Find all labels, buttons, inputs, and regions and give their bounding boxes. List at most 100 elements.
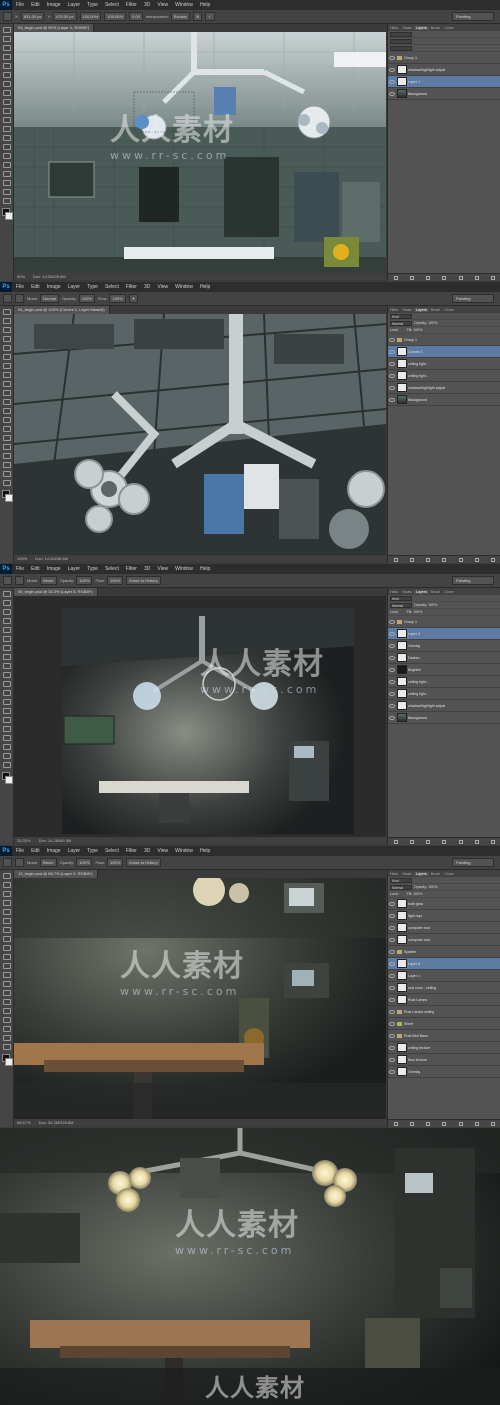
menu-window[interactable]: Window xyxy=(175,566,193,572)
pen-tool-icon[interactable] xyxy=(2,435,11,441)
tab-layers[interactable]: Layers xyxy=(414,589,429,594)
fx-icon[interactable] xyxy=(410,1121,415,1126)
menu-window[interactable]: Window xyxy=(175,848,193,854)
tab-brush[interactable]: Brush xyxy=(429,26,442,30)
zoom-tool-icon[interactable] xyxy=(2,198,11,204)
menu-image[interactable]: Image xyxy=(47,284,61,290)
menu-edit[interactable]: Edit xyxy=(31,566,40,572)
new-group-icon[interactable] xyxy=(458,275,463,280)
menu-help[interactable]: Help xyxy=(200,848,210,854)
x-field[interactable]: 631.00 px xyxy=(20,12,45,21)
airbrush-icon[interactable]: ✦ xyxy=(128,294,139,303)
flow-field[interactable]: 100% xyxy=(107,858,124,867)
adjustment-icon[interactable] xyxy=(442,1121,447,1126)
eye-icon[interactable] xyxy=(389,397,395,402)
pen-tool-icon[interactable] xyxy=(2,153,11,159)
new-layer-icon[interactable] xyxy=(474,557,479,562)
commit-transform-icon[interactable]: ✓ xyxy=(205,12,215,21)
menu-file[interactable]: File xyxy=(16,284,24,290)
flow-field[interactable]: 100% xyxy=(107,576,124,585)
brush-size-button[interactable] xyxy=(15,576,24,585)
interpolation-select[interactable]: Bicubic xyxy=(171,12,190,21)
history-brush-tool-icon[interactable] xyxy=(2,108,11,114)
adjustment-icon[interactable] xyxy=(442,839,447,844)
clone-stamp-tool-icon[interactable] xyxy=(2,945,11,951)
menu-view[interactable]: View xyxy=(157,848,168,854)
layer-row[interactable]: Layer 1 xyxy=(388,970,500,982)
dodge-tool-icon[interactable] xyxy=(2,426,11,432)
canvas[interactable] xyxy=(14,878,386,1119)
workspace-select[interactable]: Painting xyxy=(452,858,494,867)
menu-view[interactable]: View xyxy=(157,284,168,290)
brush-size-button[interactable] xyxy=(15,294,24,303)
eye-icon[interactable] xyxy=(389,1045,395,1050)
new-group-icon[interactable] xyxy=(458,839,463,844)
menu-filter[interactable]: Filter xyxy=(126,566,137,572)
eraser-tool-icon[interactable] xyxy=(2,117,11,123)
shape-tool-icon[interactable] xyxy=(2,1026,11,1032)
menu-filter[interactable]: Filter xyxy=(126,848,137,854)
eye-icon[interactable] xyxy=(389,937,395,942)
dodge-tool-icon[interactable] xyxy=(2,708,11,714)
adjustment-icon[interactable] xyxy=(442,557,447,562)
opacity-value[interactable]: 100% xyxy=(428,603,437,607)
menu-window[interactable]: Window xyxy=(175,284,193,290)
layer-row[interactable]: ceiling light... xyxy=(388,688,500,700)
tab-swatches[interactable]: Swatc xyxy=(400,590,414,594)
eye-icon[interactable] xyxy=(389,1021,395,1026)
tab-histogram[interactable]: Histo xyxy=(388,26,400,30)
eye-icon[interactable] xyxy=(389,385,395,390)
eye-icon[interactable] xyxy=(389,1033,395,1038)
layer-row[interactable]: computer rust xyxy=(388,922,500,934)
gradient-tool-icon[interactable] xyxy=(2,126,11,132)
blend-mode-select[interactable]: Normal xyxy=(390,884,412,890)
layer-row[interactable]: Background xyxy=(388,712,500,724)
menu-help[interactable]: Help xyxy=(200,284,210,290)
crop-tool-icon[interactable] xyxy=(2,63,11,69)
menu-help[interactable]: Help xyxy=(200,2,210,8)
background-color-swatch[interactable] xyxy=(5,494,13,502)
eye-icon[interactable] xyxy=(389,373,395,378)
trash-icon[interactable] xyxy=(490,275,495,280)
gradient-tool-icon[interactable] xyxy=(2,408,11,414)
lock-options[interactable] xyxy=(390,45,412,51)
move-tool-icon[interactable] xyxy=(2,591,11,597)
blur-tool-icon[interactable] xyxy=(2,135,11,141)
lasso-tool-icon[interactable] xyxy=(2,45,11,51)
layer-row[interactable]: computer rust xyxy=(388,934,500,946)
menu-layer[interactable]: Layer xyxy=(68,848,81,854)
new-layer-icon[interactable] xyxy=(474,839,479,844)
link-icon[interactable] xyxy=(394,839,399,844)
eye-icon[interactable] xyxy=(389,655,395,660)
tab-clone[interactable]: Clone xyxy=(442,872,455,876)
tab-swatches[interactable]: Swatc xyxy=(400,26,414,30)
menu-window[interactable]: Window xyxy=(175,2,193,8)
mask-icon[interactable] xyxy=(426,1121,431,1126)
shape-tool-icon[interactable] xyxy=(2,180,11,186)
eye-icon[interactable] xyxy=(389,1057,395,1062)
tab-histogram[interactable]: Histo xyxy=(388,308,400,312)
canvas[interactable] xyxy=(14,314,386,555)
angle-field[interactable]: 0.00 xyxy=(129,12,143,21)
menu-select[interactable]: Select xyxy=(105,284,119,290)
trash-icon[interactable] xyxy=(490,1121,495,1126)
zoom-level[interactable]: 50% xyxy=(17,274,25,279)
layer-row[interactable]: rust color - ceiling xyxy=(388,982,500,994)
layer-row[interactable]: light rays xyxy=(388,910,500,922)
history-brush-tool-icon[interactable] xyxy=(2,390,11,396)
brush-tool-icon[interactable] xyxy=(2,372,11,378)
eye-icon[interactable] xyxy=(389,973,395,978)
menu-layer[interactable]: Layer xyxy=(68,566,81,572)
eye-icon[interactable] xyxy=(389,901,395,906)
eye-icon[interactable] xyxy=(389,715,395,720)
dodge-tool-icon[interactable] xyxy=(2,144,11,150)
blur-tool-icon[interactable] xyxy=(2,981,11,987)
opacity-field[interactable]: 100% xyxy=(78,294,95,303)
menu-select[interactable]: Select xyxy=(105,566,119,572)
brush-size-button[interactable] xyxy=(15,858,24,867)
clone-stamp-tool-icon[interactable] xyxy=(2,663,11,669)
layer-row[interactable]: shadow/highlight adjust xyxy=(388,382,500,394)
move-tool-icon[interactable] xyxy=(2,873,11,879)
move-tool-icon[interactable] xyxy=(2,309,11,315)
layer-row[interactable]: ceiling texture xyxy=(388,1042,500,1054)
